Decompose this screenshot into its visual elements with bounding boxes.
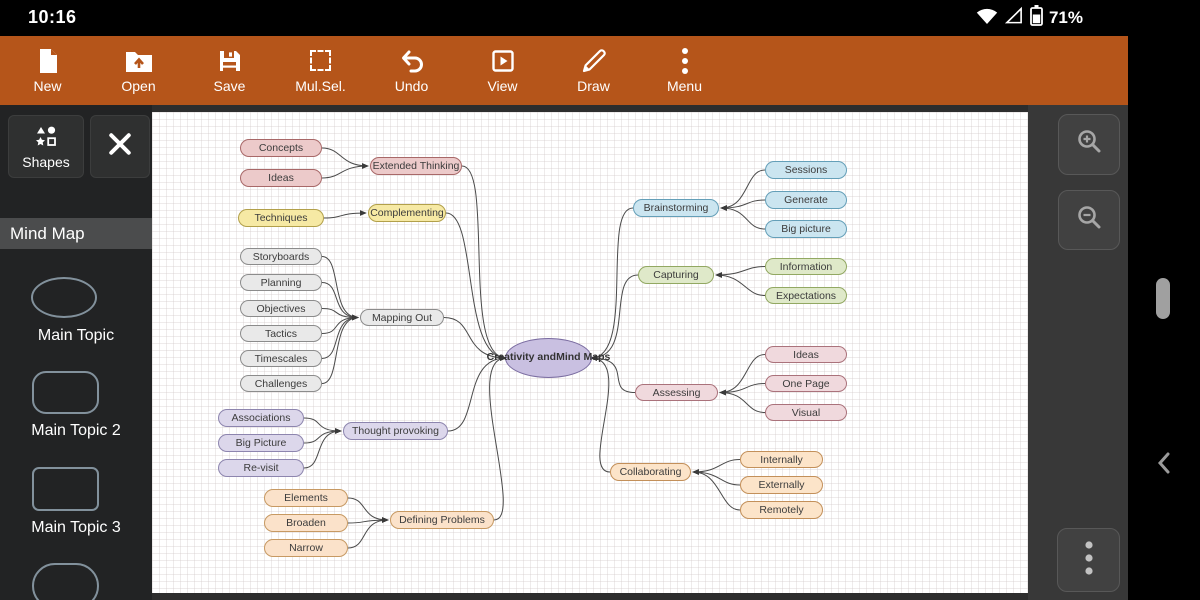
topic-node[interactable]: Ideas (240, 169, 322, 187)
canvas-control-panel (1028, 105, 1128, 600)
open-folder-icon (125, 48, 153, 74)
status-icons: 71% (976, 0, 1083, 36)
zoom-in-icon (1073, 126, 1105, 163)
app-screen: 10:16 71% New Open Save Mul.Sel. Undo View Dra… (0, 0, 1200, 600)
shape-template-label: Main Topic (0, 327, 152, 345)
topic-node[interactable]: Concepts (240, 139, 322, 157)
topic-node[interactable]: Associations (218, 409, 304, 427)
topic-node[interactable]: Capturing (638, 266, 714, 284)
topic-node[interactable]: Storyboards (240, 248, 322, 265)
topic-node[interactable]: Big Picture (218, 434, 304, 452)
zoom-out-icon (1073, 202, 1105, 239)
topic-node[interactable]: Ideas (765, 346, 847, 363)
undo-icon (399, 48, 425, 74)
zoom-out-button[interactable] (1058, 190, 1120, 250)
toolbar-save-label: Save (214, 78, 246, 94)
zoom-in-button[interactable] (1058, 114, 1120, 175)
shapes-grid-icon (34, 124, 58, 151)
topic-node[interactable]: Tactics (240, 325, 322, 342)
topic-node[interactable]: Collaborating (610, 463, 691, 481)
topic-node[interactable]: Sessions (765, 161, 847, 179)
topic-node[interactable]: Remotely (740, 501, 823, 519)
toolbar-save-button[interactable]: Save (184, 40, 275, 102)
toolbar-menu-label: Menu (667, 78, 702, 94)
topic-node[interactable]: Information (765, 258, 847, 275)
toolbar-view-button[interactable]: View (457, 40, 548, 102)
shape-template-rounded-sm[interactable] (32, 467, 99, 511)
shapes-sidebar: Shapes Mind Map Main Topic Main Topic 2 Ma… (0, 105, 152, 600)
toolbar-open-label: Open (121, 78, 155, 94)
topic-node[interactable]: Complementing (368, 204, 446, 222)
screen-edge-strip (1128, 0, 1200, 600)
toolbar: New Open Save Mul.Sel. Undo View Draw Menu (0, 36, 1128, 105)
topic-node[interactable]: Expectations (765, 287, 847, 304)
topic-node[interactable]: Elements (264, 489, 348, 507)
topic-node[interactable]: Big picture (765, 220, 847, 238)
overflow-menu-icon (681, 48, 689, 74)
topic-node[interactable]: Challenges (240, 375, 322, 392)
shapes-button-label: Shapes (22, 154, 69, 170)
chevron-left-icon[interactable] (1154, 450, 1174, 481)
topic-node[interactable]: Mapping Out (360, 309, 444, 326)
shape-template-label: Main Topic 3 (0, 519, 152, 537)
toolbar-draw-button[interactable]: Draw (548, 40, 639, 102)
toolbar-mulsel-label: Mul.Sel. (295, 78, 346, 94)
cell-signal-icon (1004, 6, 1024, 30)
sidebar-section-header[interactable]: Mind Map (0, 218, 152, 249)
topic-node[interactable]: Planning (240, 274, 322, 291)
battery-percent: 71% (1049, 8, 1083, 28)
more-options-button[interactable] (1057, 528, 1120, 592)
toolbar-new-button[interactable]: New (2, 40, 93, 102)
close-sidebar-button[interactable] (90, 115, 150, 178)
toolbar-view-label: View (487, 78, 517, 94)
topic-node[interactable]: One Page (765, 375, 847, 392)
toolbar-mulsel-button[interactable]: Mul.Sel. (275, 40, 366, 102)
topic-node[interactable]: Externally (740, 476, 823, 494)
toolbar-draw-label: Draw (577, 78, 610, 94)
shape-template-rounded-lg[interactable] (32, 371, 99, 414)
new-file-icon (36, 48, 60, 74)
topic-node[interactable]: Objectives (240, 300, 322, 317)
central-topic-node[interactable]: Creativity andMind Maps (505, 338, 592, 378)
topic-node[interactable]: Thought provoking (343, 422, 448, 440)
topic-node[interactable]: Re-visit (218, 459, 304, 477)
topic-node[interactable]: Internally (740, 451, 823, 468)
topic-node[interactable]: Timescales (240, 350, 322, 367)
shape-template-stadium[interactable] (32, 563, 99, 600)
scrollbar-thumb[interactable] (1156, 278, 1170, 319)
topic-node[interactable]: Brainstorming (633, 199, 719, 217)
shape-template-label: Main Topic 2 (0, 422, 152, 440)
toolbar-open-button[interactable]: Open (93, 40, 184, 102)
save-icon (218, 48, 242, 74)
multi-select-icon (310, 48, 331, 74)
topic-node[interactable]: Techniques (238, 209, 324, 227)
view-icon (491, 48, 515, 74)
toolbar-menu-button[interactable]: Menu (639, 40, 730, 102)
status-bar: 10:16 71% (0, 0, 1200, 36)
clock: 10:16 (28, 7, 77, 28)
shapes-button[interactable]: Shapes (8, 115, 84, 178)
wifi-icon (976, 6, 998, 30)
shape-template-ellipse[interactable] (31, 277, 97, 318)
close-icon (105, 129, 135, 164)
topic-node[interactable]: Visual (765, 404, 847, 421)
topic-node[interactable]: Assessing (635, 384, 718, 401)
drawing-canvas[interactable]: Concepts Ideas Extended Thinking Techniques… (152, 112, 1028, 593)
topic-node[interactable]: Broaden (264, 514, 348, 532)
battery-icon (1030, 5, 1043, 31)
topic-node[interactable]: Narrow (264, 539, 348, 557)
toolbar-new-label: New (33, 78, 61, 94)
draw-pencil-icon (581, 48, 607, 74)
toolbar-undo-label: Undo (395, 78, 428, 94)
topic-node[interactable]: Defining Problems (390, 511, 494, 529)
topic-node[interactable]: Generate (765, 191, 847, 209)
topic-node[interactable]: Extended Thinking (370, 157, 462, 175)
toolbar-undo-button[interactable]: Undo (366, 40, 457, 102)
vertical-dots-icon (1084, 540, 1094, 581)
